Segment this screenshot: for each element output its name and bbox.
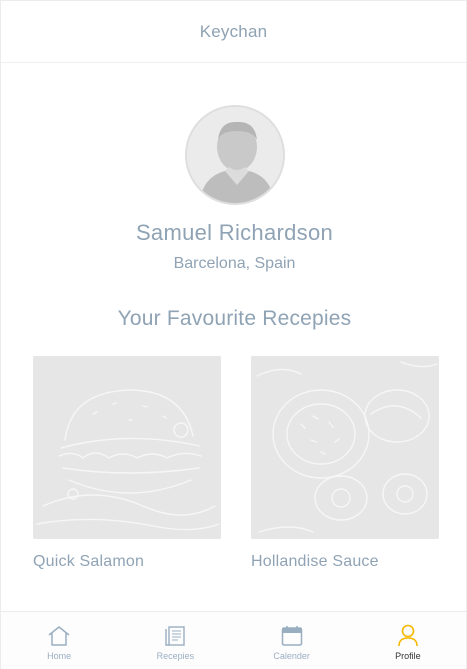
tab-label: Recepies [156, 651, 195, 661]
tab-label: Profile [395, 651, 421, 661]
recipe-card[interactable]: Quick Salamon [33, 356, 221, 571]
bottom-tab-bar: Home Recepies Calender Profile [1, 611, 466, 669]
app-frame: Keychan Samuel Richardson Barcelona, Spa… [0, 0, 467, 669]
recipe-title[interactable]: Hollandise Sauce [251, 553, 439, 571]
tab-label: Calender [273, 651, 310, 661]
profile-name: Samuel Richardson [135, 220, 334, 245]
tab-label: Home [47, 651, 72, 661]
favourites-title: Your Favourite Recepies [117, 307, 352, 330]
tab-calender[interactable]: Calender [234, 612, 350, 669]
tab-home[interactable]: Home [1, 612, 117, 669]
tab-recepies[interactable]: Recepies [117, 612, 233, 669]
top-bar: Keychan [1, 1, 466, 63]
app-title: Keychan [199, 21, 268, 41]
burger-sketch-icon [33, 356, 221, 539]
profile-location: Barcelona, Spain [173, 255, 296, 272]
book-icon [162, 623, 188, 649]
calendar-icon [279, 623, 305, 649]
home-icon [46, 623, 72, 649]
tab-profile[interactable]: Profile [350, 612, 466, 669]
recipe-title[interactable]: Quick Salamon [33, 553, 221, 571]
person-icon [395, 623, 421, 649]
avatar[interactable] [185, 105, 285, 205]
default-avatar-icon [187, 107, 283, 203]
recipe-card[interactable]: Hollandise Sauce [251, 356, 439, 571]
recipe-image-burger[interactable] [33, 356, 221, 539]
bowl-sketch-icon [251, 356, 439, 539]
recipe-image-bowl[interactable] [251, 356, 439, 539]
